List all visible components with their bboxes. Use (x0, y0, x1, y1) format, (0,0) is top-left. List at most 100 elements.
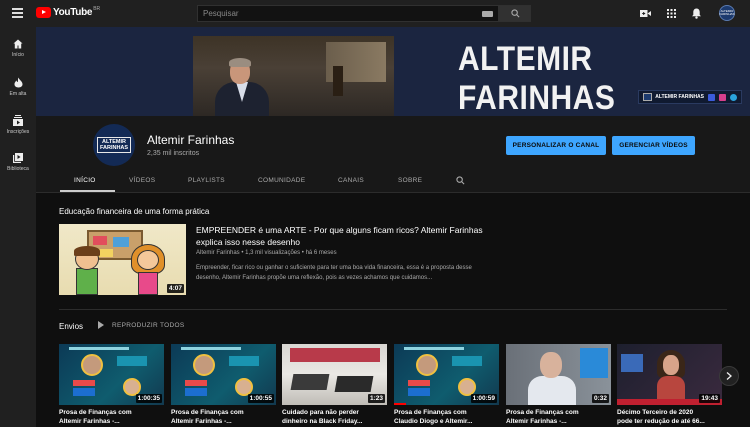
sidebar-item-subscriptions[interactable]: Inscrições (0, 115, 36, 135)
video-card[interactable]: 1:00:35 Prosa de Finanças com Altemir Fa… (59, 344, 164, 426)
manage-videos-button[interactable]: GERENCIAR VÍDEOS (612, 136, 695, 155)
tab-channels[interactable]: CANAIS (338, 177, 364, 184)
channel-avatar-line2: FARINHAS (99, 145, 129, 151)
banner-person (215, 58, 269, 116)
logo-region: BR (93, 6, 101, 12)
video-title[interactable]: Cuidado para não perder dinheiro na Blac… (282, 409, 382, 426)
featured-video-description: Empreender, ficar rico ou ganhar o sufic… (196, 263, 516, 283)
tab-videos[interactable]: VÍDEOS (129, 177, 155, 184)
video-title-line: Altemir Farinhas -... (171, 417, 232, 425)
video-thumbnail[interactable]: 19:43 (617, 344, 722, 405)
cartoon-girl (131, 244, 165, 295)
home-icon (13, 39, 23, 49)
video-title[interactable]: Prosa de Finanças com Altemir Farinhas -… (506, 409, 606, 426)
video-card[interactable]: 19:43 Décimo Terceiro de 2020 pode ter r… (617, 344, 722, 426)
play-all-button[interactable]: REPRODUZIR TODOS (98, 321, 184, 329)
search-icon (510, 9, 519, 18)
sidebar-item-trending[interactable]: Em alta (0, 77, 36, 97)
video-duration: 1:00:35 (135, 394, 162, 403)
section-divider (59, 309, 727, 310)
featured-video-thumbnail[interactable]: 4:07 (59, 224, 186, 295)
video-thumbnail[interactable]: 1:00:35 (59, 344, 164, 405)
banner-links: ALTEMIR FARINHAS (638, 90, 742, 104)
youtube-logo[interactable]: YouTube BR (36, 6, 101, 18)
video-card[interactable]: 0:32 Prosa de Finanças com Altemir Farin… (506, 344, 611, 426)
watch-progress-bar (394, 403, 406, 405)
video-duration: 0:32 (591, 394, 609, 403)
tab-about[interactable]: SOBRE (398, 177, 422, 184)
library-icon (13, 153, 23, 163)
video-title-line: dinheiro na Black Friday... (282, 417, 363, 425)
sidebar-item-home[interactable]: Início (0, 39, 36, 58)
banner-photo (193, 36, 394, 116)
featured-description-line: Empreender, ficar rico ou ganhar o sufic… (196, 265, 472, 271)
search-input[interactable] (198, 9, 468, 18)
account-avatar[interactable]: ALTEMIR FARINHAS (719, 5, 735, 21)
sidebar-item-label: Início (12, 52, 24, 58)
video-title-line: Altemir Farinhas -... (59, 417, 120, 425)
featured-section-title: Educação financeira de uma forma prática (59, 207, 210, 216)
channel-tabs: INÍCIO VÍDEOS PLAYLISTS COMUNIDADE CANAI… (36, 171, 750, 192)
create-video-icon[interactable] (640, 8, 651, 19)
video-title-line: Claudio Diogo e Altemir... (394, 417, 473, 425)
channel-home-content: Educação financeira de uma forma prática… (36, 193, 750, 427)
video-thumbnail[interactable]: 1:00:59 (394, 344, 499, 405)
video-card[interactable]: 1:00:59 Prosa de Finanças com Claudio Di… (394, 344, 499, 426)
channel-mini-logo (643, 93, 653, 101)
video-title[interactable]: Décimo Terceiro de 2020 pode ter redução… (617, 409, 717, 426)
video-duration: 1:00:55 (247, 394, 274, 403)
video-thumbnail[interactable]: 1:23 (282, 344, 387, 405)
top-bar: YouTube BR ALTEMIR FARINHAS (0, 0, 750, 27)
tab-home[interactable]: INÍCIO (74, 177, 96, 184)
video-duration: 4:07 (166, 284, 184, 293)
channel-search-icon[interactable] (456, 176, 465, 187)
uploads-title[interactable]: Envios (59, 322, 83, 331)
video-title-line: Prosa de Finanças com (506, 409, 579, 416)
channel-avatar[interactable]: ALTEMIR FARINHAS (93, 124, 135, 166)
tab-playlists[interactable]: PLAYLISTS (188, 177, 225, 184)
customize-channel-button[interactable]: PERSONALIZAR O CANAL (506, 136, 606, 155)
video-title[interactable]: Prosa de Finanças com Altemir Farinhas -… (59, 409, 159, 426)
video-thumbnail[interactable]: 0:32 (506, 344, 611, 405)
apps-grid-icon[interactable] (666, 8, 677, 19)
search-box (197, 5, 499, 22)
video-title[interactable]: Prosa de Finanças com Altemir Farinhas -… (171, 409, 271, 426)
video-card[interactable]: 1:00:55 Prosa de Finanças com Altemir Fa… (171, 344, 276, 426)
play-icon (98, 321, 104, 329)
bell-icon[interactable] (691, 8, 702, 19)
featured-video-meta: Altemir Farinhas • 1,3 mil visualizações… (196, 250, 337, 256)
search-button[interactable] (499, 5, 531, 22)
subscriber-count: 2,35 mil inscritos (147, 150, 200, 157)
video-title-line: Décimo Terceiro de 2020 (617, 409, 694, 416)
facebook-icon[interactable] (708, 93, 715, 101)
chevron-right-icon (726, 372, 732, 380)
tab-community[interactable]: COMUNIDADE (258, 177, 305, 184)
video-thumbnail[interactable]: 1:00:55 (171, 344, 276, 405)
video-card[interactable]: 1:23 Cuidado para não perder dinheiro na… (282, 344, 387, 426)
account-avatar-text: ALTEMIR FARINHAS (719, 9, 735, 16)
play-all-label: REPRODUZIR TODOS (112, 321, 185, 329)
subscriptions-icon (13, 115, 23, 126)
instagram-icon[interactable] (719, 93, 726, 101)
video-title[interactable]: Prosa de Finanças com Claudio Diogo e Al… (394, 409, 494, 426)
youtube-play-icon (36, 7, 51, 18)
featured-video-title[interactable]: EMPREENDER é uma ARTE - Por que alguns f… (196, 224, 496, 248)
carousel-next-button[interactable] (719, 366, 739, 386)
banner-links-label[interactable]: ALTEMIR FARINHAS (655, 94, 704, 100)
keyboard-icon[interactable] (482, 11, 493, 17)
sidebar-item-library[interactable]: Biblioteca (0, 153, 36, 172)
video-title-line: Prosa de Finanças com (394, 409, 467, 416)
video-title-line: Prosa de Finanças com (171, 409, 244, 416)
cartoon-boy (73, 246, 101, 295)
sidebar-item-label: Biblioteca (7, 166, 29, 172)
video-duration: 1:00:59 (470, 394, 497, 403)
video-title-line: Altemir Farinhas -... (506, 417, 567, 425)
sidebar: Início Em alta Inscrições Biblioteca (0, 27, 36, 427)
telegram-icon[interactable] (730, 93, 737, 101)
menu-icon[interactable] (12, 8, 23, 18)
flame-icon (14, 77, 22, 88)
featured-description-line: desenho, Altemir Farinhas propõe uma ref… (196, 275, 433, 281)
sidebar-item-label: Inscrições (6, 129, 30, 135)
banner-title-line1: ALTEMIR (458, 40, 593, 78)
video-title-line: Cuidado para não perder (282, 409, 359, 416)
